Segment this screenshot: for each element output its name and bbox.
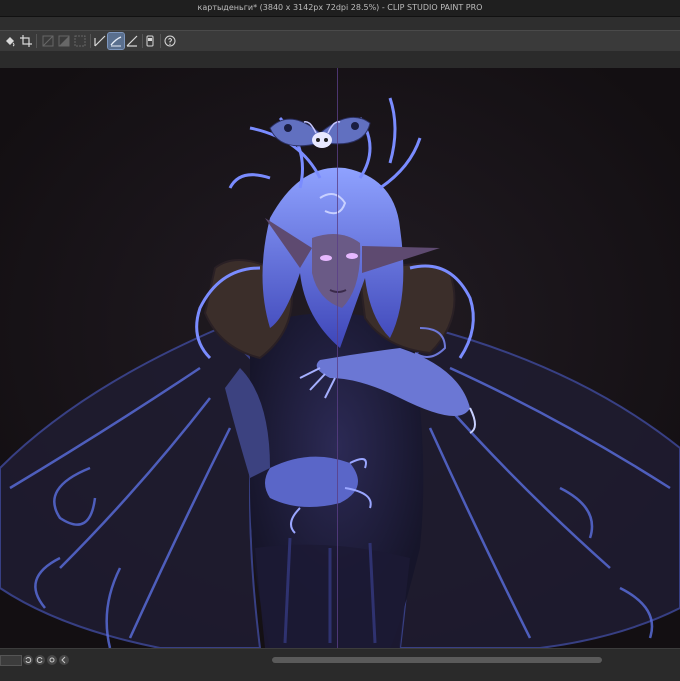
canvas-tab-strip <box>0 51 680 68</box>
lower-hands <box>265 456 358 507</box>
flip-icon[interactable] <box>59 655 69 665</box>
title-bar: картыденьги* (3840 x 3142px 72dpi 28.5%)… <box>0 0 680 17</box>
rotate-left-icon[interactable] <box>23 655 33 665</box>
horizontal-scrollbar[interactable] <box>272 657 602 663</box>
command-toolbar <box>0 30 680 52</box>
canvas[interactable] <box>0 68 680 648</box>
grid-snap-icon[interactable] <box>124 33 140 49</box>
toolbar-separator <box>90 34 91 48</box>
clear-outside-icon[interactable] <box>40 33 56 49</box>
crop-icon[interactable] <box>18 33 34 49</box>
zoom-field[interactable] <box>0 655 22 666</box>
fill-selection-icon[interactable] <box>56 33 72 49</box>
reset-rotation-icon[interactable] <box>47 655 57 665</box>
fill-icon[interactable] <box>2 33 18 49</box>
help-icon[interactable] <box>162 33 178 49</box>
select-all-icon[interactable] <box>72 33 88 49</box>
scrollbar-thumb[interactable] <box>272 657 602 663</box>
window-title: картыденьги* (3840 x 3142px 72dpi 28.5%)… <box>197 3 483 12</box>
toolbar-separator <box>160 34 161 48</box>
special-ruler-snap-icon[interactable] <box>107 32 125 50</box>
painted-character-artwork <box>0 68 680 648</box>
status-bar <box>0 648 680 681</box>
rotate-right-icon[interactable] <box>35 655 45 665</box>
ruler-snap-icon[interactable] <box>92 33 108 49</box>
menu-bar <box>0 17 680 30</box>
vertical-guide-line <box>337 68 338 648</box>
toolbar-separator <box>36 34 37 48</box>
device-icon[interactable] <box>142 33 158 49</box>
